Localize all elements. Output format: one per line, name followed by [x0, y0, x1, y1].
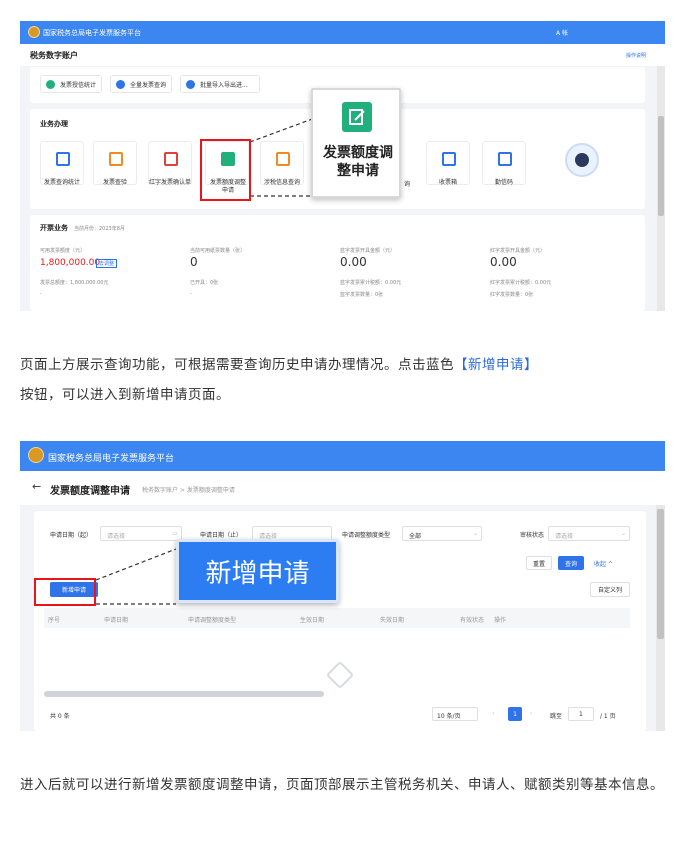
- highlight-box: [200, 139, 251, 201]
- highlight-box: [34, 578, 96, 606]
- caption-2: 进入后就可以进行新增发票额度调整申请，页面顶部展示主管税务机关、申请人、赋额类别…: [20, 777, 664, 793]
- callout-quota-adjust: 发票额度调整申请: [311, 88, 401, 198]
- caption-highlight: 【新增申请】: [454, 357, 538, 373]
- callout-label: 发票额度调整申请: [323, 145, 393, 179]
- caption-1: 页面上方展示查询功能，可根据需要查询历史申请办理情况。点击蓝色【新增申请】 按钮…: [20, 357, 538, 403]
- screenshot-quota-adjust: 国家税务总局电子发票服务平台 ← 发票额度调整申请 税务数字账户 > 发票额度调…: [20, 441, 665, 731]
- screenshot-tax-account: 国家税务总局电子发票服务平台 A 帐 税务数字账户 操作说明 发票授信统计 全量…: [20, 21, 665, 311]
- edit-icon: [342, 102, 372, 132]
- callout-new-application: 新增申请: [176, 539, 339, 603]
- callout-connector: [95, 548, 177, 605]
